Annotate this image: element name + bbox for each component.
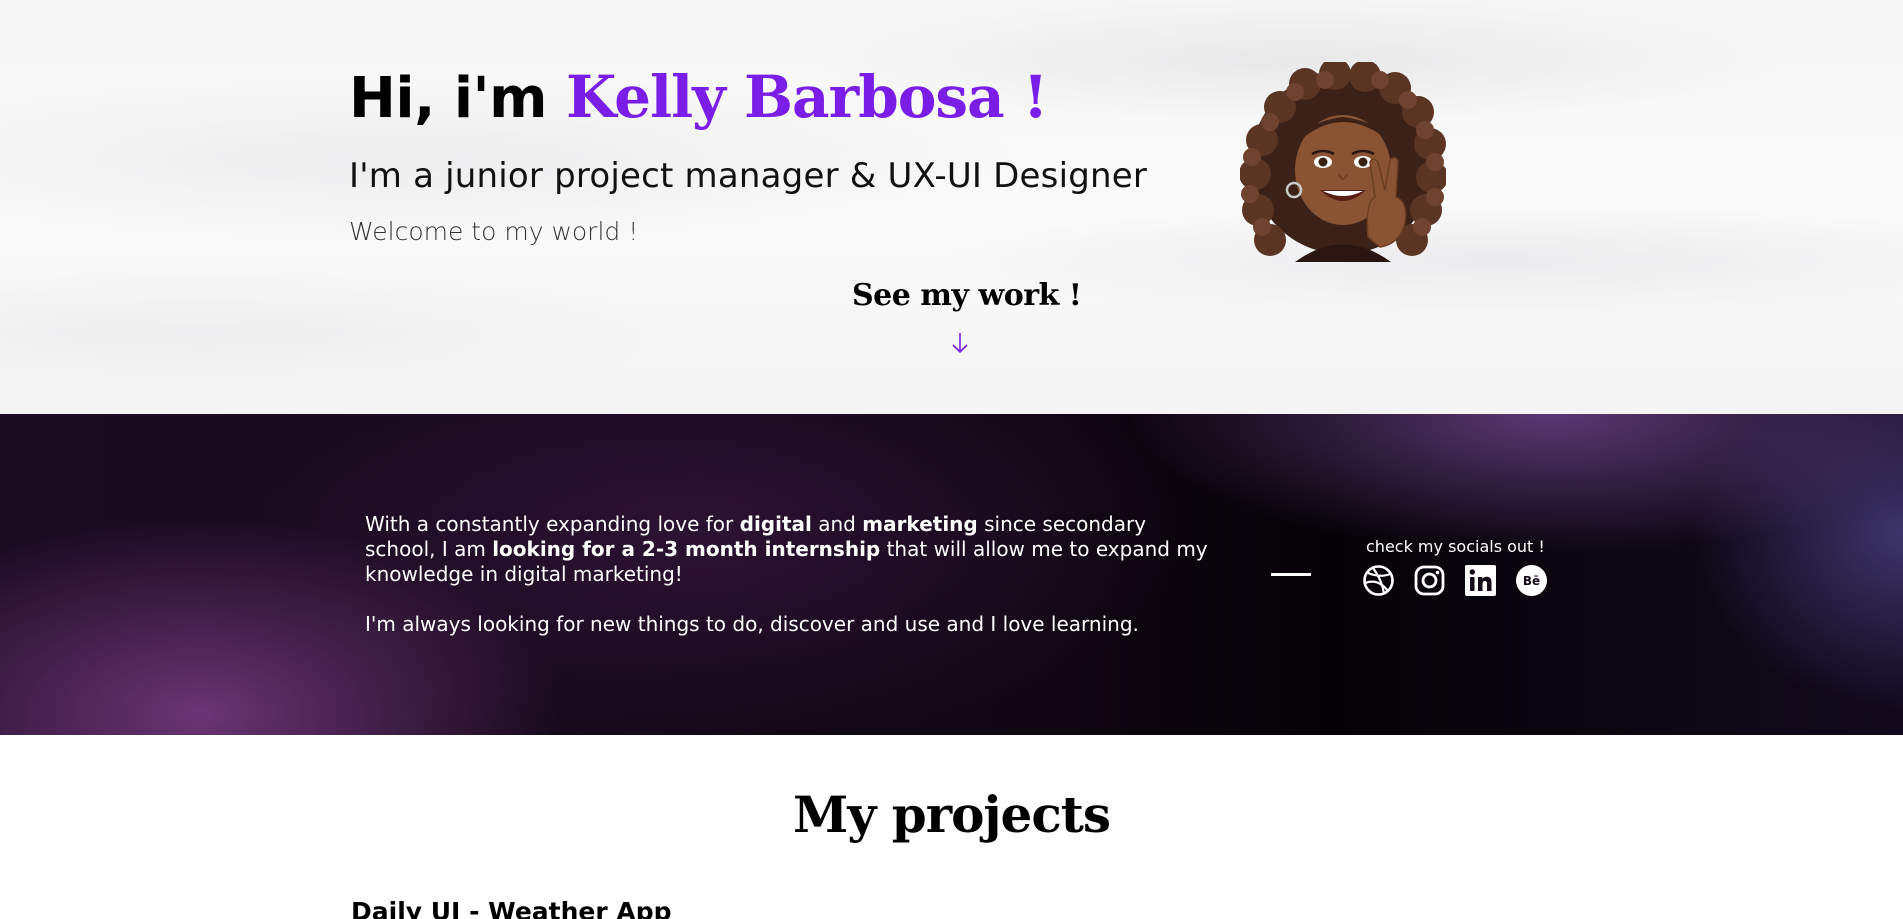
about-text: With a constantly expanding love for dig…	[365, 512, 1215, 662]
linkedin-icon[interactable]	[1464, 564, 1497, 597]
about-paragraph-2: I'm always looking for new things to do,…	[365, 612, 1139, 636]
hero-name: Kelly Barbosa !	[566, 63, 1048, 131]
hero-section: Hi, i'm Kelly Barbosa ! I'm a junior pro…	[0, 0, 1903, 414]
about-text-run: and	[811, 512, 863, 536]
socials-label: check my socials out !	[1366, 537, 1545, 556]
hero-title: Hi, i'm Kelly Barbosa !	[349, 62, 1048, 132]
about-paragraph-1: With a constantly expanding love for dig…	[365, 512, 1215, 587]
hero-greeting: Hi, i'm	[349, 66, 567, 131]
about-section: With a constantly expanding love for dig…	[0, 414, 1903, 735]
about-bold-internship: looking for a 2-3 month internship	[492, 537, 881, 561]
about-text-run: With a constantly expanding love for	[365, 512, 740, 536]
social-links: Bē	[1362, 564, 1548, 597]
behance-icon[interactable]: Bē	[1515, 564, 1548, 597]
about-bold-digital: digital	[739, 512, 812, 536]
avatar-memoji	[1240, 62, 1446, 262]
dribbble-icon[interactable]	[1362, 564, 1395, 597]
hero-welcome: Welcome to my world !	[349, 217, 639, 246]
projects-heading: My projects	[792, 785, 1111, 844]
instagram-icon[interactable]	[1413, 564, 1446, 597]
divider-line	[1271, 573, 1311, 576]
project-title-daily-ui[interactable]: Daily UI - Weather App	[351, 897, 672, 919]
about-bold-marketing: marketing	[862, 512, 978, 536]
behance-glyph: Bē	[1523, 574, 1540, 588]
hero-subtitle: I'm a junior project manager & UX-UI Des…	[349, 156, 1148, 196]
see-my-work-link[interactable]: See my work !	[852, 278, 1082, 314]
arrow-down-icon[interactable]	[950, 330, 970, 356]
